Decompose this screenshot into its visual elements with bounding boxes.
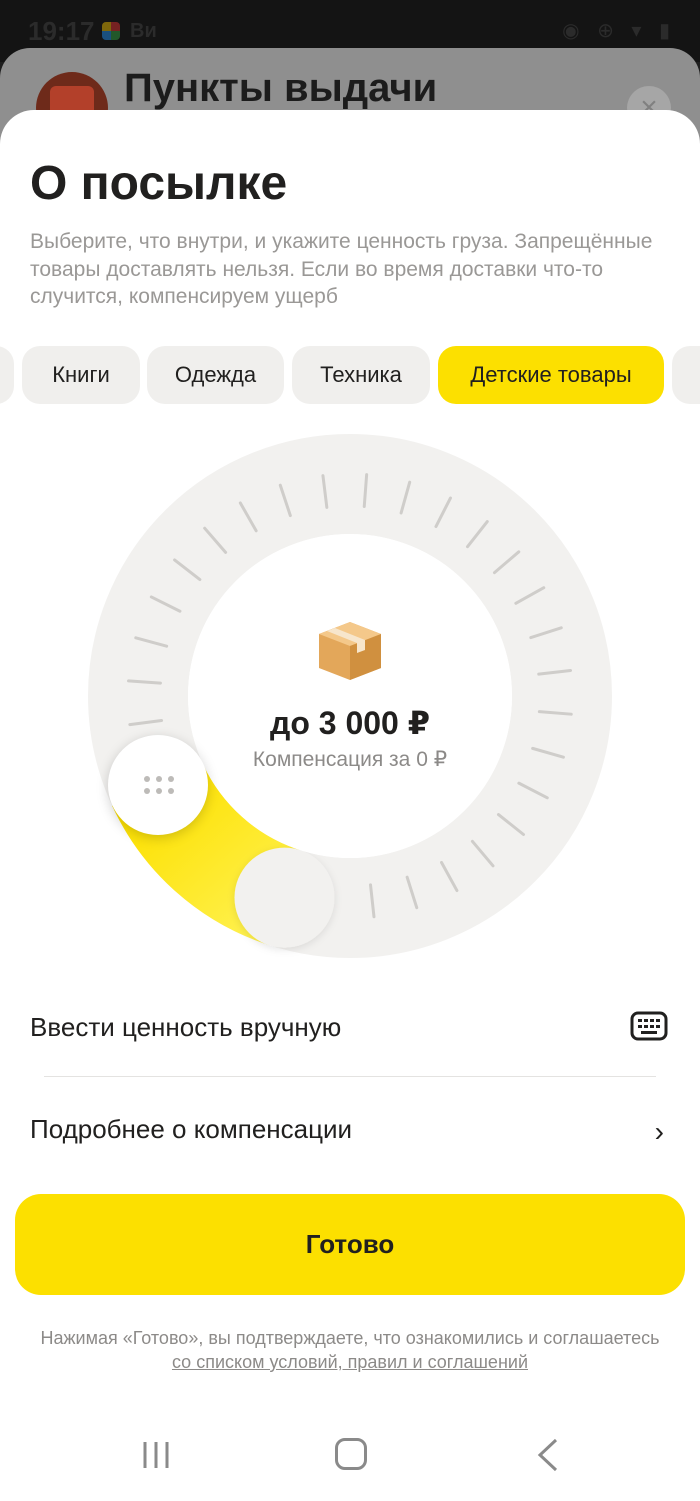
sheet-subtitle: Выберите, что внутри, и укажите ценность… xyxy=(30,230,653,308)
chip-books[interactable]: Книги xyxy=(22,346,140,404)
dial-center xyxy=(188,534,512,858)
dial-knob[interactable] xyxy=(107,734,208,835)
dial-track xyxy=(88,434,612,958)
box-icon xyxy=(319,622,381,680)
back-icon[interactable] xyxy=(536,1438,560,1472)
terms-link[interactable]: со списком условий, правил и соглашений xyxy=(172,1352,528,1372)
navigation-bar xyxy=(0,1410,700,1501)
status-time: 19:17 xyxy=(28,16,95,46)
drag-handle-icon xyxy=(143,775,174,794)
chip-partial-left[interactable] xyxy=(0,346,14,404)
done-button[interactable]: Готово xyxy=(15,1194,685,1295)
divider xyxy=(44,1076,656,1077)
chip-clothes[interactable]: Одежда xyxy=(147,346,284,404)
chevron-right-icon: › xyxy=(654,1116,664,1147)
recent-apps-icon[interactable] xyxy=(142,1440,170,1470)
legal-notice: Нажимая «Готово», вы подтверждаете, что … xyxy=(40,1326,660,1374)
value-dial[interactable]: до 3 000 ₽ Компенсация за 0 ₽ xyxy=(88,434,612,958)
chip-partial-right[interactable] xyxy=(672,346,700,404)
manual-value-row[interactable]: Ввести ценность вручную xyxy=(30,998,670,1058)
manual-value-label: Ввести ценность вручную xyxy=(30,1012,342,1042)
legal-text: Нажимая «Готово», вы подтверждаете, что … xyxy=(40,1328,660,1348)
parcel-sheet: О посылке Выберите, что внутри, и укажит… xyxy=(0,110,700,1501)
home-icon[interactable] xyxy=(335,1438,367,1470)
dial-end-cap xyxy=(234,847,335,948)
compensation-details-label: Подробнее о компенсации xyxy=(30,1114,353,1144)
compensation-details-row[interactable]: Подробнее о компенсации › xyxy=(30,1100,670,1160)
chip-electronics[interactable]: Техника xyxy=(292,346,430,404)
chip-kids-goods[interactable]: Детские товары xyxy=(438,346,664,404)
background-title: Пункты выдачи xyxy=(124,66,438,110)
status-app-label: Ви xyxy=(130,20,157,42)
app-notification-icon xyxy=(102,22,120,40)
keyboard-icon xyxy=(630,1011,668,1041)
sheet-title: О посылке xyxy=(30,157,288,210)
status-icons: ◉ ⊕ ▾ ▮ xyxy=(562,20,676,42)
category-chips: Книги Одежда Техника Детские товары xyxy=(0,346,700,406)
